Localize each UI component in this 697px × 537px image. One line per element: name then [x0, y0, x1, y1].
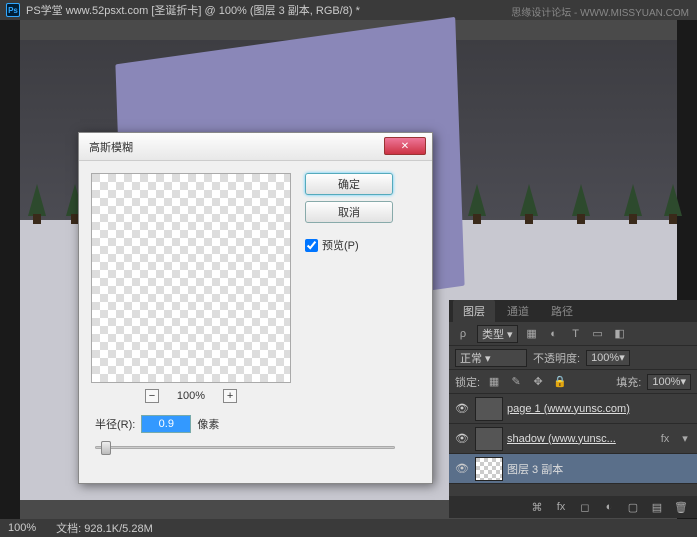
- slider-track: [95, 446, 395, 449]
- watermark-text: 思缘设计论坛 - WWW.MISSYUAN.COM: [511, 4, 689, 19]
- tab-layers[interactable]: 图层: [453, 300, 495, 322]
- layer-row[interactable]: 👁 page 1 (www.yunsc.com): [449, 394, 697, 424]
- mask-icon[interactable]: ◻: [577, 499, 593, 515]
- layers-panel: 图层 通道 路径 ρ 类型 ▾ ▦ ◐ T ▭ ◧ 正常 ▾ 不透明度: 100…: [449, 300, 697, 518]
- layer-row[interactable]: 👁 shadow (www.yunsc... fx ▾: [449, 424, 697, 454]
- dialog-title-text: 高斯模糊: [89, 139, 133, 155]
- tree-graphic: [22, 184, 52, 228]
- tree-graphic: [618, 184, 648, 228]
- filter-icon[interactable]: ρ: [455, 326, 471, 342]
- zoom-out-button[interactable]: −: [145, 389, 159, 403]
- lock-all-icon[interactable]: 🔒: [552, 374, 568, 390]
- tree-graphic: [462, 184, 492, 228]
- radius-slider[interactable]: [95, 439, 395, 455]
- panel-tabs: 图层 通道 路径: [449, 300, 697, 322]
- preview-label: 预览(P): [322, 237, 359, 253]
- tab-channels[interactable]: 通道: [497, 300, 539, 322]
- visibility-icon[interactable]: 👁: [453, 400, 471, 418]
- adjust-filter-icon[interactable]: ◐: [546, 326, 562, 342]
- opacity-label: 不透明度:: [533, 350, 580, 366]
- link-icon[interactable]: ⌘: [529, 499, 545, 515]
- close-button[interactable]: ✕: [384, 137, 426, 155]
- layer-row[interactable]: 👁 图层 3 副本: [449, 454, 697, 484]
- radius-input[interactable]: [141, 415, 191, 433]
- tab-paths[interactable]: 路径: [541, 300, 583, 322]
- zoom-in-button[interactable]: +: [223, 389, 237, 403]
- layer-thumb[interactable]: [475, 397, 503, 421]
- opacity-value[interactable]: 100% ▾: [586, 350, 630, 366]
- fill-value[interactable]: 100% ▾: [647, 374, 691, 390]
- panel-footer: ⌘ fx ◻ ◐ ▢ ▤ 🗑: [449, 496, 697, 518]
- dialog-titlebar[interactable]: 高斯模糊 ✕: [79, 133, 432, 161]
- tree-graphic: [658, 184, 688, 228]
- statusbar: 100% 文档: 928.1K/5.28M: [0, 519, 697, 537]
- radius-label: 半径(R):: [95, 416, 135, 432]
- layer-name[interactable]: 图层 3 副本: [507, 461, 563, 477]
- slider-thumb[interactable]: [101, 441, 111, 455]
- smart-filter-icon[interactable]: ◧: [612, 326, 628, 342]
- type-filter-icon[interactable]: T: [568, 326, 584, 342]
- lock-pixels-icon[interactable]: ✎: [508, 374, 524, 390]
- fx-icon[interactable]: fx: [657, 431, 673, 447]
- cancel-button[interactable]: 取消: [305, 201, 393, 223]
- kind-select[interactable]: 类型 ▾: [477, 325, 518, 343]
- zoom-level: 100%: [177, 390, 205, 402]
- lock-transparency-icon[interactable]: ▦: [486, 374, 502, 390]
- new-layer-icon[interactable]: ▤: [649, 499, 665, 515]
- doc-label: 文档:: [56, 523, 81, 535]
- layer-name[interactable]: page 1 (www.yunsc.com): [507, 403, 630, 415]
- lock-label: 锁定:: [455, 374, 480, 390]
- fx-menu-icon[interactable]: fx: [553, 499, 569, 515]
- tree-graphic: [514, 184, 544, 228]
- tree-graphic: [566, 184, 596, 228]
- gaussian-blur-dialog: 高斯模糊 ✕ − 100% + 确定 取消 预览(P) 半径(R): 像素: [78, 132, 433, 484]
- group-icon[interactable]: ▢: [625, 499, 641, 515]
- chevron-down-icon[interactable]: ▾: [677, 431, 693, 447]
- visibility-icon[interactable]: 👁: [453, 460, 471, 478]
- layer-thumb[interactable]: [475, 427, 503, 451]
- ok-button[interactable]: 确定: [305, 173, 393, 195]
- layer-thumb[interactable]: [475, 457, 503, 481]
- shape-filter-icon[interactable]: ▭: [590, 326, 606, 342]
- status-zoom[interactable]: 100%: [8, 522, 36, 534]
- blend-mode-select[interactable]: 正常 ▾: [455, 349, 527, 367]
- preview-checkbox[interactable]: [305, 239, 318, 252]
- doc-size: 928.1K/5.28M: [84, 523, 153, 535]
- preview-box[interactable]: [91, 173, 291, 383]
- layer-name[interactable]: shadow (www.yunsc...: [507, 433, 616, 445]
- adjustment-icon[interactable]: ◐: [601, 499, 617, 515]
- photoshop-icon: Ps: [6, 3, 20, 17]
- document-title: PS学堂 www.52psxt.com [圣诞折卡] @ 100% (图层 3 …: [26, 2, 360, 18]
- layer-list: 👁 page 1 (www.yunsc.com) 👁 shadow (www.y…: [449, 394, 697, 484]
- radius-unit: 像素: [197, 416, 219, 432]
- visibility-icon[interactable]: 👁: [453, 430, 471, 448]
- fill-label: 填充:: [616, 374, 641, 390]
- lock-position-icon[interactable]: ✥: [530, 374, 546, 390]
- trash-icon[interactable]: 🗑: [673, 499, 689, 515]
- preview-checkbox-row[interactable]: 预览(P): [305, 237, 393, 253]
- pixel-filter-icon[interactable]: ▦: [524, 326, 540, 342]
